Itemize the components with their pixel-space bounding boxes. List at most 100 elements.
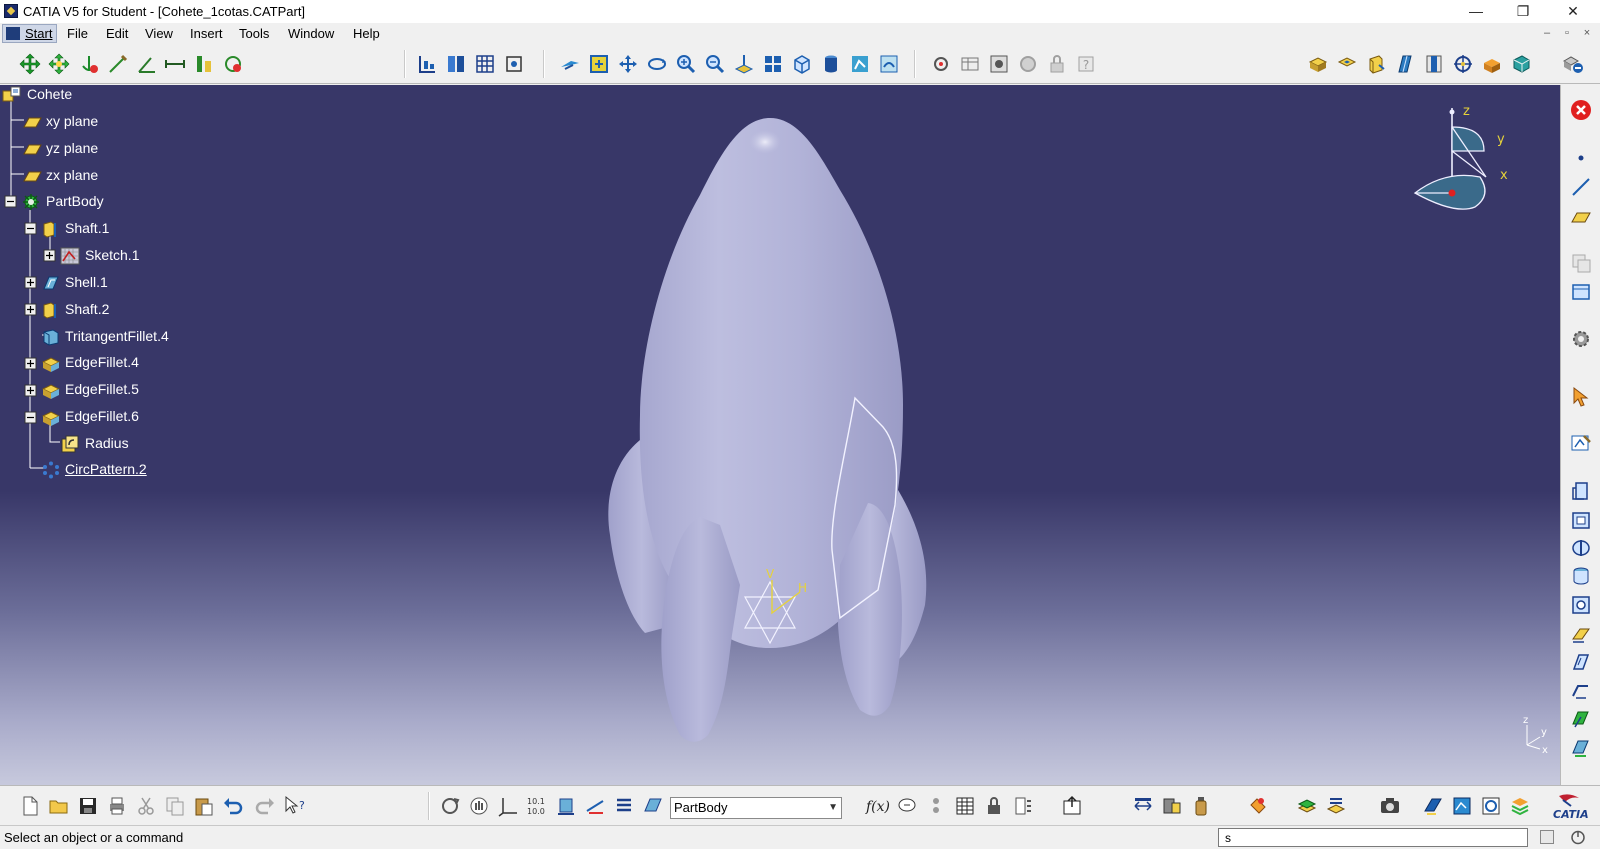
shell-icon[interactable] [41, 274, 61, 292]
line-button[interactable] [1568, 174, 1594, 200]
plane-icon[interactable] [22, 167, 42, 185]
angle-constraint-button[interactable] [134, 51, 160, 77]
fit-all-button[interactable] [586, 51, 612, 77]
menu-edit[interactable]: Edit [103, 25, 131, 42]
tree-node-shaft-2[interactable]: Shaft.2 [65, 301, 109, 317]
part-root-icon[interactable] [2, 86, 22, 104]
capture-button[interactable] [1377, 793, 1403, 819]
settings-disabled-button[interactable] [1015, 51, 1041, 77]
3d-viewport[interactable]: V H z y x z y x Cohete xy plane yz plane… [0, 85, 1560, 785]
lock-disabled-button[interactable] [1044, 51, 1070, 77]
snap-to-point-button[interactable] [501, 51, 527, 77]
print-button[interactable] [104, 793, 130, 819]
plane-button[interactable] [1568, 204, 1594, 230]
photo-button[interactable] [986, 51, 1012, 77]
new-button[interactable] [17, 793, 43, 819]
tree-node-partbody[interactable]: PartBody [46, 193, 104, 209]
multi-section-button[interactable] [1568, 563, 1594, 589]
menu-help[interactable]: Help [350, 25, 383, 42]
pocket-button[interactable] [1334, 51, 1360, 77]
hole-button[interactable] [1421, 51, 1447, 77]
bottle-button[interactable] [1188, 793, 1214, 819]
compass-icon[interactable] [1413, 108, 1487, 210]
move-snap-button[interactable] [46, 51, 72, 77]
paste-button[interactable] [191, 793, 217, 819]
grid-button[interactable] [472, 51, 498, 77]
redo-button[interactable] [252, 793, 278, 819]
tree-node-edge-fillet-5[interactable]: EdgeFillet.5 [65, 381, 139, 397]
scene-button[interactable] [1478, 793, 1504, 819]
tree-root-label[interactable]: Cohete [27, 86, 72, 102]
instantiate-button[interactable] [981, 793, 1007, 819]
tree-node-edge-fillet-6[interactable]: EdgeFillet.6 [65, 408, 139, 424]
fly-mode-button[interactable] [414, 51, 440, 77]
update-all-button[interactable] [437, 793, 463, 819]
measure-between-button[interactable] [553, 793, 579, 819]
mirror-button[interactable] [1159, 793, 1185, 819]
hole-tool-button[interactable] [1568, 592, 1594, 618]
formula-button[interactable]: f(x) [865, 793, 891, 819]
normal-view-button[interactable] [731, 51, 757, 77]
tree-node-yz-plane[interactable]: yz plane [46, 140, 98, 156]
stiffener-tool-button[interactable] [1568, 678, 1594, 704]
tree-node-shaft-1[interactable]: Shaft.1 [65, 220, 109, 236]
render-button[interactable] [1294, 793, 1320, 819]
tree-node-edge-fillet-4[interactable]: EdgeFillet.4 [65, 354, 139, 370]
status-toggle-button[interactable] [1540, 830, 1554, 844]
edge-fillet-icon[interactable] [41, 408, 61, 426]
measure-tool-button[interactable]: 10.1 10.0 [524, 793, 550, 819]
swap-visible-space-button[interactable] [876, 51, 902, 77]
point-button[interactable] [1568, 145, 1594, 171]
comment-button[interactable] [894, 793, 920, 819]
fix-constraint-button[interactable] [76, 51, 102, 77]
apply-material-button[interactable] [1245, 793, 1271, 819]
current-body-select[interactable]: PartBody ▼ [670, 797, 842, 819]
multi-view-button[interactable] [760, 51, 786, 77]
settings-button[interactable] [1568, 326, 1594, 352]
menu-window[interactable]: Window [285, 25, 337, 42]
publish-button[interactable] [1059, 793, 1085, 819]
fly-button[interactable] [557, 51, 583, 77]
document-minimize-button[interactable]: – [1538, 27, 1556, 39]
axis-system-tool-button[interactable] [495, 793, 521, 819]
copy-disabled-button[interactable] [1568, 250, 1594, 276]
command-input[interactable] [1218, 828, 1528, 847]
radius-parameter-icon[interactable] [60, 435, 80, 453]
sketch-tools-button[interactable] [1568, 278, 1594, 304]
shading-button[interactable] [818, 51, 844, 77]
pan-button[interactable] [615, 51, 641, 77]
tree-node-shell-1[interactable]: Shell.1 [65, 274, 108, 290]
workbench-button[interactable] [1560, 51, 1586, 77]
distance-constraint-button[interactable] [162, 51, 188, 77]
tree-node-radius[interactable]: Radius [85, 435, 129, 451]
design-table-button[interactable] [952, 793, 978, 819]
menu-tools[interactable]: Tools [236, 25, 272, 42]
copy-button[interactable] [162, 793, 188, 819]
menu-view[interactable]: View [142, 25, 176, 42]
minimize-button[interactable]: — [1453, 0, 1499, 23]
help-disabled-button[interactable]: ? [1073, 51, 1099, 77]
menu-insert[interactable]: Insert [187, 25, 226, 42]
mapping-button[interactable] [1449, 793, 1475, 819]
thick-surface-button[interactable] [1568, 735, 1594, 761]
exit-workbench-button[interactable] [1568, 97, 1594, 123]
insert-body-button[interactable] [1508, 51, 1534, 77]
axis-system-button[interactable] [1450, 51, 1476, 77]
edge-fillet-icon[interactable] [41, 381, 61, 399]
annotation-button[interactable] [1323, 793, 1349, 819]
tree-node-circ-pattern-2[interactable]: CircPattern.2 [65, 461, 147, 477]
plane-icon[interactable] [22, 113, 42, 131]
open-button[interactable] [46, 793, 72, 819]
catalog-button[interactable] [1010, 793, 1036, 819]
tree-node-tritangent-fillet-4[interactable]: TritangentFillet.4 [65, 328, 169, 344]
stacked-layers-button[interactable] [1507, 793, 1533, 819]
maximize-button[interactable]: ❐ [1500, 0, 1546, 23]
solid-combine-button[interactable] [1479, 51, 1505, 77]
define-in-work-object-button[interactable] [640, 793, 666, 819]
edge-fillet-icon[interactable] [41, 354, 61, 372]
circular-pattern-icon[interactable] [41, 461, 61, 479]
close-button[interactable]: ✕ [1550, 0, 1596, 23]
pad-tool-button[interactable] [1568, 478, 1594, 504]
zoom-out-button[interactable] [702, 51, 728, 77]
move-compass-button[interactable] [17, 51, 43, 77]
